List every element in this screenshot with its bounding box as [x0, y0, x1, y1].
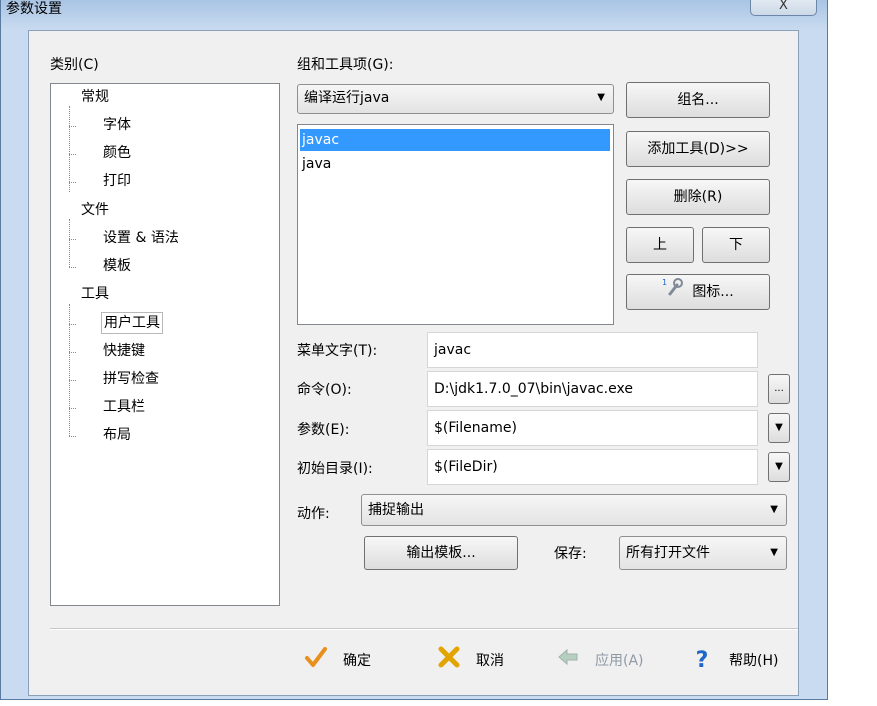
- action-label: 动作:: [297, 506, 330, 522]
- save-select-value: 所有打开文件: [626, 545, 710, 561]
- tree-item-tools[interactable]: 工具: [81, 284, 109, 304]
- group-select-value: 编译运行java: [304, 90, 390, 106]
- save-label: 保存:: [554, 546, 587, 562]
- dropdown-arrow-icon: ▼: [775, 422, 783, 433]
- tree-connector: [69, 324, 76, 325]
- group-label: 组和工具项(G):: [297, 57, 394, 73]
- category-label: 类别(C): [50, 57, 99, 73]
- tree-connector: [69, 106, 70, 192]
- tree-connector: [69, 182, 76, 183]
- initdir-label: 初始目录(I):: [297, 461, 373, 477]
- tree-item-shortcuts[interactable]: 快捷键: [103, 341, 145, 361]
- tree-connector: [69, 436, 76, 437]
- tool-list-item[interactable]: javac: [300, 129, 610, 151]
- tree-item-template[interactable]: 模板: [103, 256, 131, 276]
- category-tree[interactable]: 常规 字体 颜色 打印 文件 设置 & 语法 模板 工具 用户工具 快捷键 拼写…: [50, 83, 280, 606]
- tree-item-font[interactable]: 字体: [103, 115, 131, 135]
- arrow-left-icon: [555, 646, 581, 676]
- tool-list-item[interactable]: java: [300, 153, 610, 175]
- icon-button[interactable]: 1 图标...: [626, 274, 770, 310]
- delete-button[interactable]: 删除(R): [626, 179, 770, 215]
- footer-separator: [50, 628, 798, 630]
- tree-item-settings-syntax[interactable]: 设置 & 语法: [103, 228, 179, 248]
- move-down-button[interactable]: 下: [702, 227, 770, 263]
- tree-connector: [69, 126, 76, 127]
- action-select-value: 捕捉输出: [368, 502, 424, 518]
- tree-connector: [69, 239, 76, 240]
- args-dropdown-button[interactable]: ▼: [768, 413, 790, 443]
- tree-connector: [69, 408, 76, 409]
- menu-text-input[interactable]: javac: [427, 332, 758, 368]
- tree-connector: [69, 380, 76, 381]
- move-up-button[interactable]: 上: [626, 227, 694, 263]
- tree-item-print[interactable]: 打印: [103, 171, 131, 191]
- tree-connector: [69, 154, 76, 155]
- help-button[interactable]: ? 帮助(H): [689, 646, 779, 676]
- tree-item-color[interactable]: 颜色: [103, 143, 131, 163]
- dropdown-arrow-icon: ▼: [770, 547, 778, 558]
- tree-item-layout[interactable]: 布局: [103, 425, 131, 445]
- dropdown-arrow-icon: ▼: [770, 504, 778, 515]
- tree-item-toolbar[interactable]: 工具栏: [103, 397, 145, 417]
- apply-button[interactable]: 应用(A): [555, 646, 644, 676]
- wrench-icon: 1: [662, 275, 684, 309]
- action-select[interactable]: 捕捉输出 ▼: [361, 494, 787, 526]
- output-template-button[interactable]: 输出模板...: [364, 536, 518, 570]
- initdir-input[interactable]: $(FileDir): [427, 449, 758, 485]
- tool-list[interactable]: javac java: [297, 124, 614, 325]
- checkmark-icon: [303, 646, 329, 676]
- icon-button-label: 图标...: [692, 284, 734, 300]
- dropdown-arrow-icon: ▼: [597, 92, 605, 103]
- apply-label: 应用(A): [595, 653, 644, 669]
- cross-icon: [436, 646, 462, 676]
- cancel-label: 取消: [476, 653, 504, 669]
- group-select[interactable]: 编译运行java ▼: [297, 84, 614, 114]
- tree-connector: [69, 267, 76, 268]
- menu-text-label: 菜单文字(T):: [297, 343, 378, 359]
- question-mark-icon: ?: [695, 648, 709, 673]
- args-label: 参数(E):: [297, 422, 350, 438]
- close-button[interactable]: X: [750, 0, 817, 16]
- dropdown-arrow-icon: ▼: [775, 461, 783, 472]
- ok-button[interactable]: 确定: [303, 646, 371, 676]
- tree-item-spellcheck[interactable]: 拼写检查: [103, 369, 159, 389]
- tree-item-user-tools[interactable]: 用户工具: [101, 312, 163, 334]
- svg-text:1: 1: [662, 278, 667, 287]
- command-input[interactable]: D:\jdk1.7.0_07\bin\javac.exe: [427, 371, 758, 407]
- initdir-dropdown-button[interactable]: ▼: [768, 452, 790, 482]
- tree-item-file[interactable]: 文件: [81, 200, 109, 220]
- tree-connector: [69, 219, 70, 267]
- tree-connector: [69, 352, 76, 353]
- command-label: 命令(O):: [297, 382, 352, 398]
- window-title: 参数设置: [6, 1, 62, 17]
- help-label: 帮助(H): [729, 653, 779, 669]
- group-name-button[interactable]: 组名...: [626, 82, 770, 118]
- browse-button[interactable]: ...: [768, 374, 790, 404]
- save-select[interactable]: 所有打开文件 ▼: [619, 536, 787, 570]
- tree-item-general[interactable]: 常规: [81, 87, 109, 107]
- args-input[interactable]: $(Filename): [427, 410, 758, 446]
- add-tool-button[interactable]: 添加工具(D)>>: [626, 131, 770, 167]
- cancel-button[interactable]: 取消: [436, 646, 504, 676]
- ok-label: 确定: [343, 653, 371, 669]
